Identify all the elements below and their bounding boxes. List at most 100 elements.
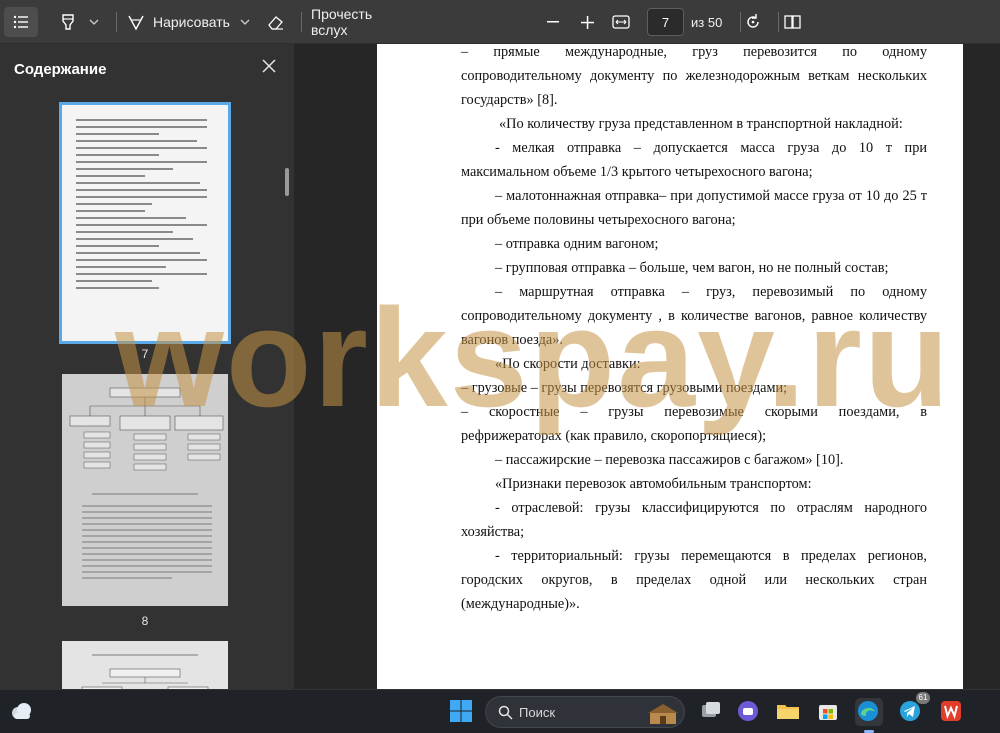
text-line: – отправка одним вагоном; — [495, 236, 659, 252]
thumbnail-text-line — [76, 147, 207, 149]
text-line: – маршрутная отправка – груз, перевозимы… — [495, 284, 927, 300]
text-line: при объеме половины четырехосного вагона… — [461, 212, 736, 228]
close-sidebar-button[interactable] — [260, 57, 280, 77]
windows-logo-icon — [450, 700, 472, 722]
read-aloud-button[interactable]: Прочесть вслух — [311, 6, 407, 38]
eraser-icon — [268, 16, 283, 30]
highlight-options-chevron[interactable] — [87, 6, 101, 38]
zoom-in-button[interactable] — [574, 6, 600, 38]
rotate-button[interactable] — [740, 6, 766, 38]
document-page: – прямые международные, груз перевозится… — [377, 44, 963, 689]
thumbnail-text-line — [76, 287, 159, 289]
thumbnail-text-line — [76, 182, 200, 184]
wps-icon — [941, 701, 961, 721]
text-line: «Признаки перевозок автомобильным трансп… — [495, 476, 812, 492]
page-thumbnail-7[interactable] — [59, 102, 231, 344]
file-explorer-app[interactable] — [775, 698, 803, 726]
weather-widget[interactable] — [8, 698, 36, 726]
text-line: рефрижераторах (как правило, скоропортящ… — [461, 428, 767, 444]
page-thumbnail-9[interactable] — [62, 641, 228, 689]
page-thumbnail-8[interactable] — [62, 374, 228, 606]
folder-icon — [777, 705, 799, 719]
text-line: (международные)». — [461, 596, 580, 612]
thumbnail-text-line — [76, 210, 145, 212]
text-line: городских округов, в пределах одной или … — [461, 572, 927, 588]
chat-app[interactable] — [735, 698, 763, 726]
thumbnail-text-line — [76, 140, 197, 142]
thumbnail-label: 8 — [141, 614, 149, 628]
text-line: хозяйства; — [461, 524, 525, 540]
toolbar-divider — [116, 12, 117, 32]
store-icon — [819, 705, 837, 720]
text-line: государств» [8]. — [461, 92, 558, 108]
text-line: «По количеству груза представленном в тр… — [499, 116, 903, 132]
draw-options-chevron[interactable] — [238, 6, 252, 38]
thumbnail-text-line — [76, 245, 159, 247]
text-line: – грузовые – грузы перевозятся грузовыми… — [461, 380, 788, 396]
rotate-icon — [747, 14, 759, 28]
thumbnail-text-line — [76, 224, 207, 226]
text-line: – прямые международные, груз перевозится… — [461, 44, 927, 60]
read-aloud-label: Прочесть вслух — [311, 6, 373, 38]
search-icon — [498, 705, 513, 720]
edge-browser-app[interactable] — [855, 698, 883, 726]
thumbnail-text-line — [76, 154, 159, 156]
search-highlight-image — [648, 704, 678, 724]
page-layout-button[interactable] — [780, 6, 806, 38]
thumbnail-text-line — [76, 280, 152, 282]
toolbar: Нарисовать Прочесть вслух из — [0, 0, 1000, 44]
thumbnail-text-line — [76, 238, 193, 240]
cloud-icon — [12, 703, 31, 719]
eraser-button[interactable] — [264, 6, 288, 38]
table-of-contents-button[interactable] — [4, 7, 38, 37]
page-total-label: из 50 — [691, 15, 723, 30]
toolbar-divider — [301, 12, 302, 32]
text-line: – пассажирские – перевозка пассажиров с … — [495, 452, 844, 468]
text-line: - отраслевой: грузы классифицируются по … — [495, 500, 927, 516]
text-line: - территориальный: грузы перемещаются в … — [495, 548, 927, 564]
text-line: вагонов поезда». — [461, 332, 563, 348]
chevron-down-icon — [89, 19, 99, 25]
task-view-icon — [702, 702, 720, 717]
zoom-out-button[interactable] — [540, 6, 566, 38]
document-view[interactable]: – прямые международные, груз перевозится… — [294, 44, 1000, 689]
thumbnail-text-line — [76, 259, 207, 261]
text-line: сопроводительному документу по железнодо… — [461, 68, 927, 84]
contents-sidebar: Содержание 7 8 — [0, 44, 294, 689]
text-line: – малотоннажная отправка– при допустимой… — [495, 188, 927, 204]
highlight-button[interactable] — [56, 6, 80, 38]
search-label: Поиск — [519, 705, 556, 720]
edge-icon — [858, 701, 878, 721]
thumbnail-text-line — [76, 252, 200, 254]
taskbar-search[interactable]: Поиск — [485, 696, 685, 728]
close-icon — [262, 59, 276, 73]
thumbnail-text-line — [76, 266, 166, 268]
draw-button[interactable]: Нарисовать — [127, 6, 231, 38]
thumbnail-text-line — [76, 203, 152, 205]
wps-office-app[interactable] — [938, 698, 966, 726]
fit-width-icon — [612, 15, 630, 29]
thumbnail-text-line — [76, 273, 207, 275]
thumbnail-text-line — [76, 231, 173, 233]
task-view-button[interactable] — [697, 698, 725, 726]
sidebar-title: Содержание — [14, 61, 107, 78]
minus-icon — [547, 21, 559, 23]
page-number-input[interactable] — [647, 8, 684, 36]
draw-label: Нарисовать — [153, 14, 230, 30]
taskbar: Поиск 61 — [0, 689, 1000, 733]
fit-to-width-button[interactable] — [608, 6, 634, 38]
text-line: - мелкая отправка – допускается масса гр… — [495, 140, 927, 156]
thumbnail-text-line — [76, 161, 207, 163]
store-app[interactable] — [815, 698, 843, 726]
start-button[interactable] — [448, 698, 476, 726]
text-line: «По скорости доставки: — [495, 356, 641, 372]
diagram-thumbnail-image — [81, 654, 209, 689]
chat-icon — [738, 701, 758, 721]
pdf-viewer-window: Нарисовать Прочесть вслух из — [0, 0, 1000, 733]
list-icon — [13, 15, 28, 29]
sidebar-scrollbar[interactable] — [285, 168, 289, 196]
diagram-thumbnail-image — [69, 387, 224, 579]
text-line: – групповая отправка – больше, чем вагон… — [495, 260, 889, 276]
thumbnail-text-line — [76, 126, 207, 128]
text-line: – скоростные – грузы перевозимые скорыми… — [461, 404, 927, 420]
